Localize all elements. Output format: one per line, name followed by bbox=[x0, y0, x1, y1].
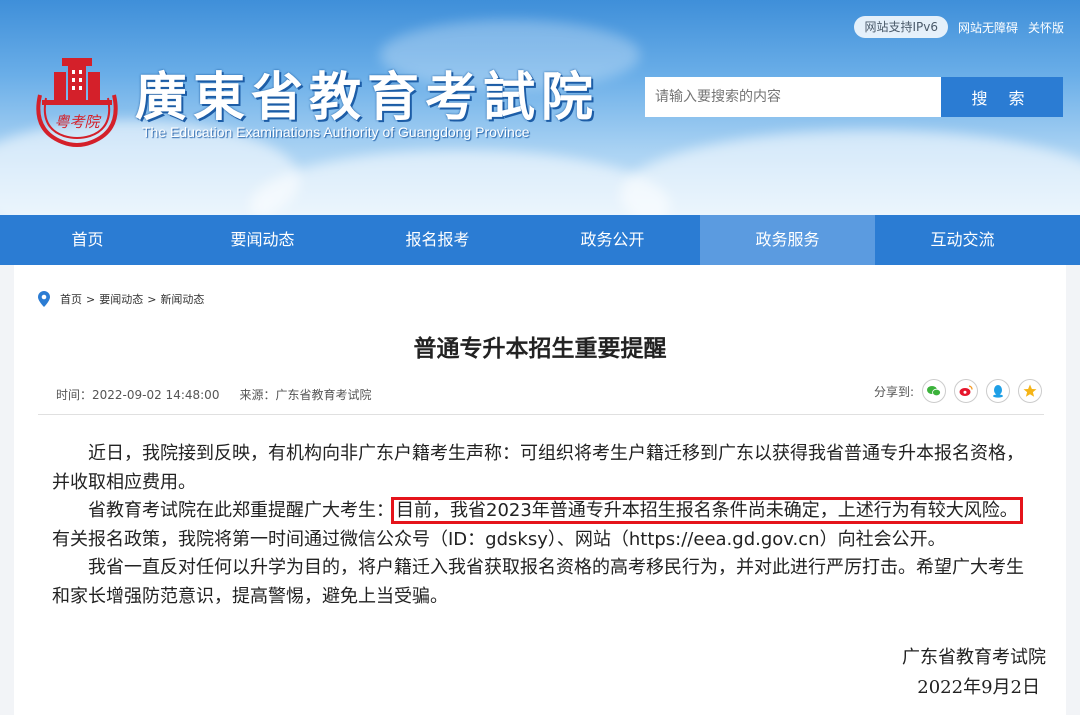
article-body: 近日，我院接到反映，有机构向非广东户籍考生声称：可组织将考生户籍迁移到广东以获得… bbox=[52, 440, 1037, 611]
paragraph-2-lead: 省教育考试院在此郑重提醒广大考生： bbox=[88, 500, 394, 521]
paragraph-2-rest: 有关报名政策，我院将第一时间通过微信公众号（ID：gdsksy）、网站（http… bbox=[52, 528, 946, 550]
article-source: 来源：广东省教育考试院 bbox=[239, 388, 372, 402]
site-title-cn: 廣東省教育考試院 bbox=[135, 67, 600, 128]
signature: 广东省教育考试院 bbox=[902, 647, 1046, 668]
search-input[interactable] bbox=[645, 77, 941, 117]
breadcrumb-news[interactable]: 要闻动态 bbox=[99, 291, 143, 307]
site-header: 网站支持IPv6 网站无障碍 关怀版 粤考院 廣東省教育考試院 The Educ… bbox=[0, 0, 1080, 215]
site-title-en: The Education Examinations Authority of … bbox=[142, 124, 530, 140]
nav-item-interaction[interactable]: 互动交流 bbox=[875, 215, 1050, 265]
top-links: 网站支持IPv6 网站无障碍 关怀版 bbox=[854, 16, 1064, 38]
breadcrumb: 首页 > 要闻动态 > 新闻动态 bbox=[38, 291, 204, 307]
breadcrumb-separator: > bbox=[86, 292, 96, 306]
accessibility-link[interactable]: 网站无障碍 bbox=[958, 19, 1018, 36]
article-date: 2022年9月2日 bbox=[917, 677, 1040, 698]
article-meta: 时间：2022-09-02 14:48:00 来源：广东省教育考试院 bbox=[56, 386, 371, 403]
breadcrumb-current[interactable]: 新闻动态 bbox=[160, 291, 204, 307]
qq-share-icon[interactable] bbox=[986, 379, 1010, 403]
publish-time: 时间：2022-09-02 14:48:00 bbox=[56, 388, 220, 402]
article-container: 首页 > 要闻动态 > 新闻动态 普通专升本招生重要提醒 时间：2022-09-… bbox=[14, 265, 1066, 715]
divider bbox=[38, 414, 1044, 415]
ipv6-badge[interactable]: 网站支持IPv6 bbox=[854, 16, 948, 38]
search-button[interactable]: 搜 索 bbox=[941, 77, 1063, 117]
nav-item-gov-services[interactable]: 政务服务 bbox=[700, 215, 875, 265]
paragraph-1: 近日，我院接到反映，有机构向非广东户籍考生声称：可组织将考生户籍迁移到广东以获得… bbox=[52, 443, 1024, 493]
article-title: 普通专升本招生重要提醒 bbox=[413, 336, 667, 362]
search-box: 搜 索 bbox=[645, 77, 1063, 117]
seal-text: 粤考院 bbox=[54, 113, 101, 131]
qzone-share-icon[interactable] bbox=[1018, 379, 1042, 403]
share-label: 分享到: bbox=[873, 384, 914, 399]
location-pin-icon bbox=[38, 291, 50, 307]
nav-item-registration[interactable]: 报名报考 bbox=[350, 215, 525, 265]
nav-item-home[interactable]: 首页 bbox=[0, 215, 175, 265]
paragraph-3: 我省一直反对任何以升学为目的，将户籍迁入我省获取报名资格的高考移民行为，并对此进… bbox=[52, 557, 1024, 607]
wechat-share-icon[interactable] bbox=[922, 379, 946, 403]
main-nav: 首页 要闻动态 报名报考 政务公开 政务服务 互动交流 bbox=[0, 215, 1080, 265]
nav-item-news[interactable]: 要闻动态 bbox=[175, 215, 350, 265]
logo-seal-icon[interactable]: 粤考院 bbox=[32, 50, 122, 150]
paragraph-2: 省教育考试院在此郑重提醒广大考生： 目前，我省2023年普通专升本招生报名条件尚未… bbox=[52, 497, 1037, 554]
highlighted-warning: 目前，我省2023年普通专升本招生报名条件尚未确定，上述行为有较大风险。 bbox=[391, 497, 1023, 524]
nav-item-gov-affairs[interactable]: 政务公开 bbox=[525, 215, 700, 265]
weibo-share-icon[interactable] bbox=[954, 379, 978, 403]
breadcrumb-home[interactable]: 首页 bbox=[60, 291, 82, 307]
elderly-mode-link[interactable]: 关怀版 bbox=[1028, 19, 1064, 36]
share-bar: 分享到: bbox=[874, 379, 1042, 403]
breadcrumb-separator: > bbox=[147, 292, 157, 306]
